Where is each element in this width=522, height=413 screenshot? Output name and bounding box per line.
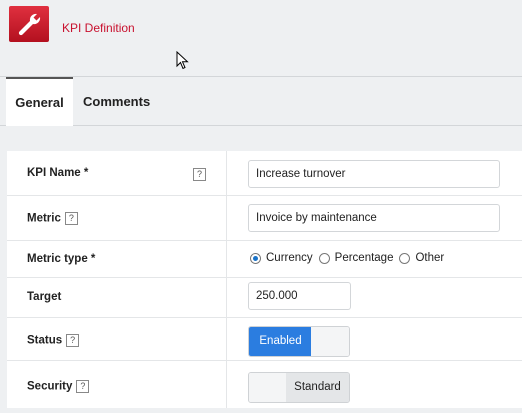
metric-label: Metric: [27, 212, 61, 225]
kpi-form: KPI Name * ? Increase turnover Metric? I…: [7, 151, 522, 408]
help-icon[interactable]: ?: [193, 168, 206, 181]
status-toggle[interactable]: Enabled: [248, 326, 350, 357]
wrench-icon: [9, 6, 49, 42]
currency-radio[interactable]: [250, 252, 261, 264]
percentage-radio-label[interactable]: Percentage: [335, 252, 394, 264]
metric-type-row: Metric type * Currency Percentage Other: [7, 241, 522, 278]
percentage-radio[interactable]: [318, 252, 330, 264]
security-row: Security? Standard: [7, 361, 522, 408]
metric-input[interactable]: Invoice by maintenance: [248, 204, 500, 232]
security-toggle-label: Standard: [286, 373, 349, 402]
page-title: KPI Definition: [62, 21, 135, 35]
kpi-name-label: KPI Name *: [27, 167, 89, 179]
currency-radio-label[interactable]: Currency: [266, 252, 313, 264]
help-icon[interactable]: ?: [76, 380, 90, 393]
kpi-name-row: KPI Name * ? Increase turnover: [7, 151, 522, 196]
metric-type-radio-group: Currency Percentage Other: [250, 252, 450, 264]
status-row: Status? Enabled: [7, 318, 522, 361]
page-header: KPI Definition: [0, 0, 522, 77]
other-radio-label[interactable]: Other: [415, 252, 444, 264]
status-toggle-label: Enabled: [249, 327, 312, 356]
kpi-name-input[interactable]: Increase turnover: [248, 160, 500, 188]
metric-row: Metric? Invoice by maintenance: [7, 196, 522, 241]
security-label: Security: [27, 380, 73, 393]
mouse-cursor-icon: [176, 51, 189, 70]
toggle-knob: [249, 373, 287, 402]
tab-bar: General Comments: [0, 77, 522, 126]
status-label: Status: [27, 334, 63, 347]
other-radio[interactable]: [399, 252, 411, 264]
tab-general[interactable]: General: [6, 77, 73, 126]
target-label: Target: [27, 291, 62, 303]
target-input[interactable]: 250.000: [248, 282, 351, 310]
metric-type-label: Metric type *: [27, 253, 96, 265]
target-row: Target 250.000: [7, 278, 522, 318]
toggle-knob: [311, 327, 349, 356]
security-toggle[interactable]: Standard: [248, 372, 350, 403]
help-icon[interactable]: ?: [64, 212, 78, 225]
help-icon[interactable]: ?: [66, 334, 80, 347]
tab-comments[interactable]: Comments: [83, 77, 150, 125]
